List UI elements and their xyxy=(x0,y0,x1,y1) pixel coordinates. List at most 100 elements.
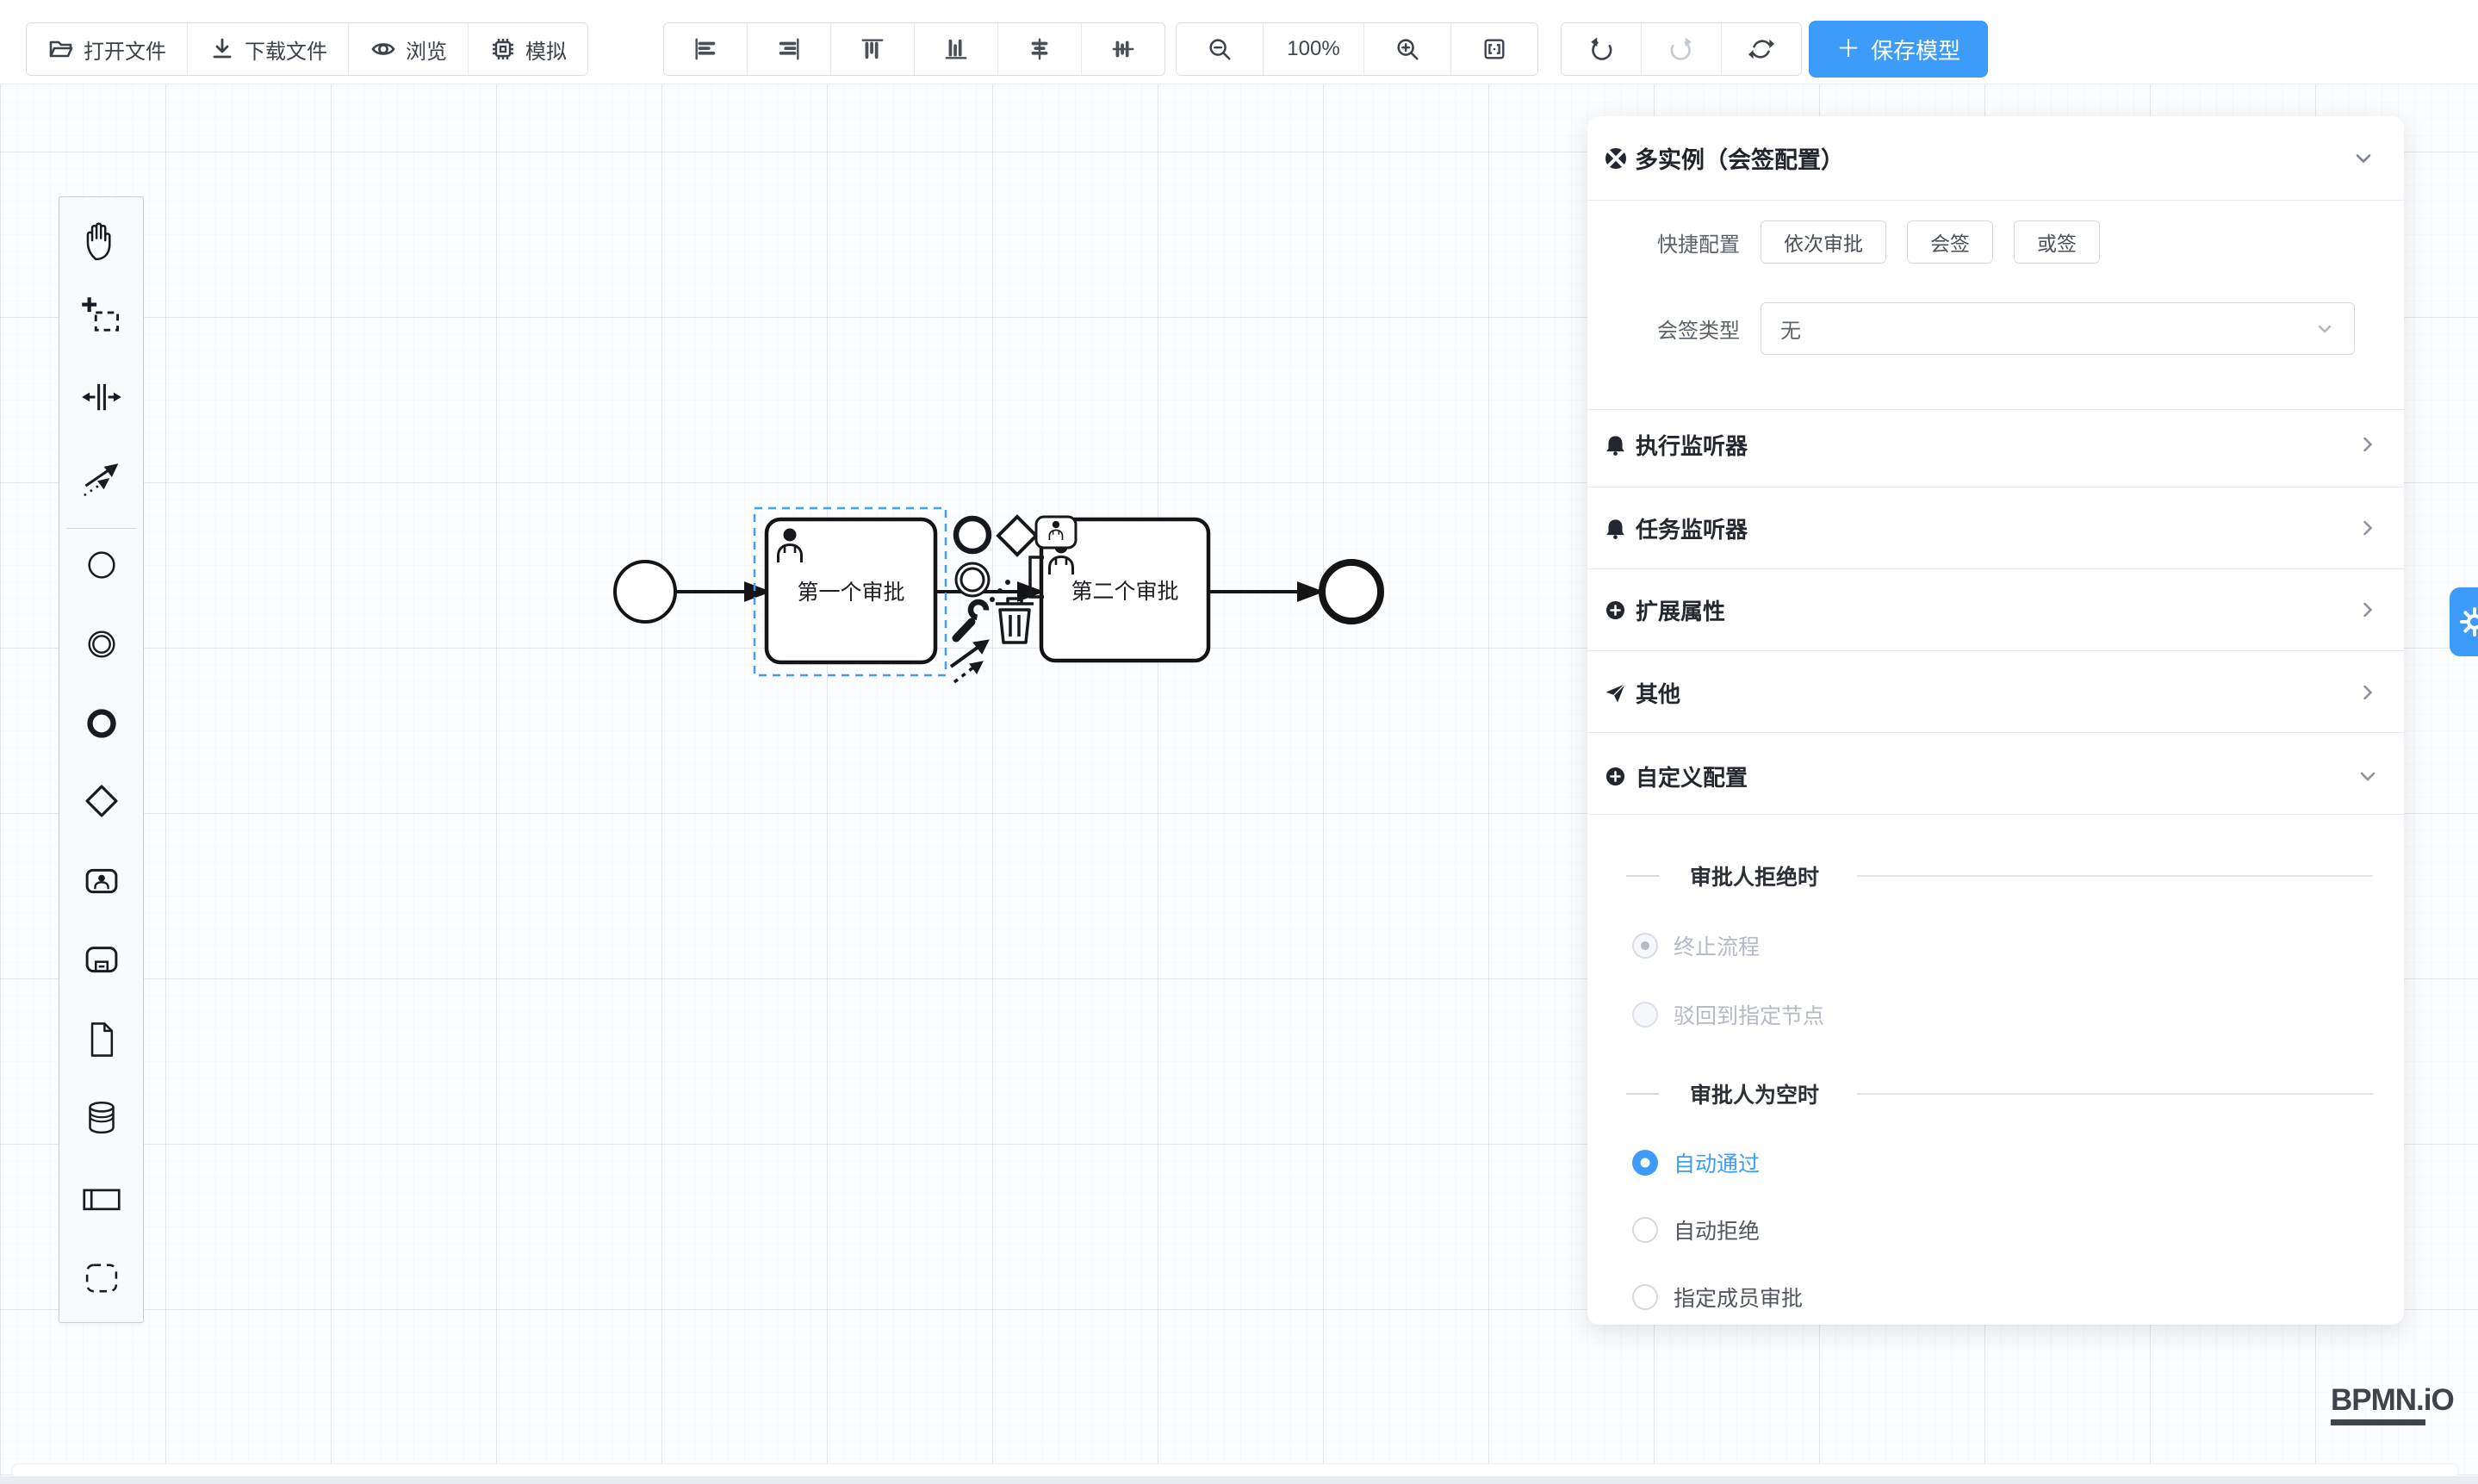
lasso-icon xyxy=(78,294,125,340)
simulate-label: 模拟 xyxy=(525,34,567,65)
create-user-task[interactable] xyxy=(77,856,127,906)
radio-terminate-process[interactable]: 终止流程 xyxy=(1587,932,2404,959)
radio-auto-pass[interactable]: 自动通过 xyxy=(1587,1149,2404,1177)
redo-icon xyxy=(1668,36,1694,62)
section-label: 扩展属性 xyxy=(1636,594,1725,626)
section-task-listener[interactable]: 任务监听器 xyxy=(1587,500,2404,556)
open-file-label: 打开文件 xyxy=(84,34,166,65)
file-button-group: 打开文件 下载文件 浏览 模拟 xyxy=(26,22,588,76)
create-start-event[interactable] xyxy=(77,540,127,590)
radio-icon xyxy=(1632,1150,1658,1176)
create-file[interactable] xyxy=(77,1015,127,1065)
redo-button[interactable] xyxy=(1642,23,1722,75)
horizontal-scrollbar-track[interactable] xyxy=(0,1476,2478,1484)
save-model-button[interactable]: ＋ 保存模型 xyxy=(1809,21,1988,78)
undo-button[interactable] xyxy=(1562,23,1642,75)
radio-icon xyxy=(1632,933,1658,959)
radio-label: 终止流程 xyxy=(1674,930,1760,961)
global-connect-tool[interactable] xyxy=(77,452,127,502)
chevron-right-icon xyxy=(2357,682,2378,703)
folder-open-icon xyxy=(47,35,75,63)
create-participant[interactable] xyxy=(77,1174,127,1224)
user-task-icon xyxy=(78,858,125,904)
align-bottom-icon xyxy=(943,36,969,62)
bpmn-io-logo-underline xyxy=(2331,1419,2425,1425)
quick-option-countersign[interactable]: 会签 xyxy=(1907,220,1993,264)
user-task-1-label[interactable]: 第一个审批 xyxy=(767,519,935,662)
datastore-icon xyxy=(78,1095,125,1141)
radio-label: 自动拒绝 xyxy=(1674,1214,1760,1245)
paper-plane-icon xyxy=(1604,681,1627,705)
create-subprocess[interactable] xyxy=(77,935,127,985)
create-group[interactable] xyxy=(77,1253,127,1303)
start-event-icon xyxy=(78,542,125,588)
empty-title-divider: 审批人为空时 xyxy=(1587,1080,2404,1108)
fit-viewport-button[interactable] xyxy=(1451,23,1537,75)
align-bottom-button[interactable] xyxy=(915,23,998,75)
sign-type-label: 会签类型 xyxy=(1587,314,1761,344)
radio-icon xyxy=(1632,1217,1658,1243)
palette-separator xyxy=(66,528,136,529)
create-end-event[interactable] xyxy=(77,699,127,748)
create-datastore[interactable] xyxy=(77,1093,127,1143)
undo-icon xyxy=(1588,36,1614,62)
connect-icon xyxy=(78,454,125,500)
align-left-button[interactable] xyxy=(664,23,748,75)
section-other[interactable]: 其他 xyxy=(1587,664,2404,721)
panel-header[interactable]: 多实例（会签配置） xyxy=(1587,116,2404,200)
restart-icon xyxy=(1748,36,1774,62)
reject-title: 审批人拒绝时 xyxy=(1690,860,1819,891)
zoom-out-icon xyxy=(1207,36,1233,62)
space-tool-icon xyxy=(78,374,125,420)
align-right-button[interactable] xyxy=(748,23,831,75)
chevron-down-icon xyxy=(2314,319,2335,339)
group-icon xyxy=(78,1255,125,1301)
radio-auto-reject[interactable]: 自动拒绝 xyxy=(1587,1216,2404,1244)
bpmn-io-logo-text: BPMN.iO xyxy=(2331,1385,2454,1415)
preview-button[interactable]: 浏览 xyxy=(349,23,469,75)
history-button-group xyxy=(1561,22,1802,76)
align-middle-vertical-button[interactable] xyxy=(1082,23,1164,75)
radio-return-to-node[interactable]: 驳回到指定节点 xyxy=(1587,1001,2404,1028)
restart-button[interactable] xyxy=(1722,23,1801,75)
user-task-2-label[interactable]: 第二个审批 xyxy=(1041,519,1208,661)
section-label: 任务监听器 xyxy=(1636,512,1748,544)
palette xyxy=(59,196,144,1323)
gear-icon xyxy=(2458,605,2478,638)
chevron-down-icon xyxy=(2352,147,2375,170)
sign-type-value: 无 xyxy=(1780,314,2314,344)
create-gateway[interactable] xyxy=(77,776,127,826)
file-icon xyxy=(78,1016,125,1063)
align-top-button[interactable] xyxy=(831,23,915,75)
section-execution-listener[interactable]: 执行监听器 xyxy=(1587,416,2404,473)
plus-circle-icon xyxy=(1604,765,1627,788)
quick-option-orsign[interactable]: 或签 xyxy=(2014,220,2100,264)
open-file-button[interactable]: 打开文件 xyxy=(27,23,188,75)
sign-type-select[interactable]: 无 xyxy=(1761,302,2355,355)
fit-viewport-icon xyxy=(1481,36,1507,62)
simulate-button[interactable]: 模拟 xyxy=(469,23,587,75)
settings-tab[interactable] xyxy=(2450,587,2478,656)
plus-icon: ＋ xyxy=(1836,37,1860,61)
participant-icon xyxy=(78,1176,125,1222)
download-file-button[interactable]: 下载文件 xyxy=(188,23,349,75)
bpmn-io-logo[interactable]: BPMN.iO xyxy=(2331,1385,2454,1425)
zoom-in-icon xyxy=(1394,36,1420,62)
bell-icon xyxy=(1604,517,1627,540)
zoom-in-button[interactable] xyxy=(1364,23,1451,75)
hand-tool[interactable] xyxy=(77,215,127,265)
chip-icon xyxy=(489,35,517,63)
sign-type-row: 会签类型 无 xyxy=(1587,302,2404,355)
create-intermediate-event[interactable] xyxy=(77,619,127,669)
bell-icon xyxy=(1604,433,1627,456)
space-tool[interactable] xyxy=(77,372,127,422)
lasso-tool[interactable] xyxy=(77,292,127,342)
zoom-level[interactable]: 100% xyxy=(1264,23,1364,75)
zoom-out-button[interactable] xyxy=(1177,23,1264,75)
section-extended-properties[interactable]: 扩展属性 xyxy=(1587,581,2404,638)
quick-option-sequential[interactable]: 依次审批 xyxy=(1761,220,1886,264)
quick-config-row: 快捷配置 依次审批 会签 或签 xyxy=(1587,216,2404,268)
align-center-horizontal-button[interactable] xyxy=(998,23,1082,75)
radio-assign-member[interactable]: 指定成员审批 xyxy=(1587,1283,2404,1311)
section-custom-config[interactable]: 自定义配置 xyxy=(1587,748,2404,804)
